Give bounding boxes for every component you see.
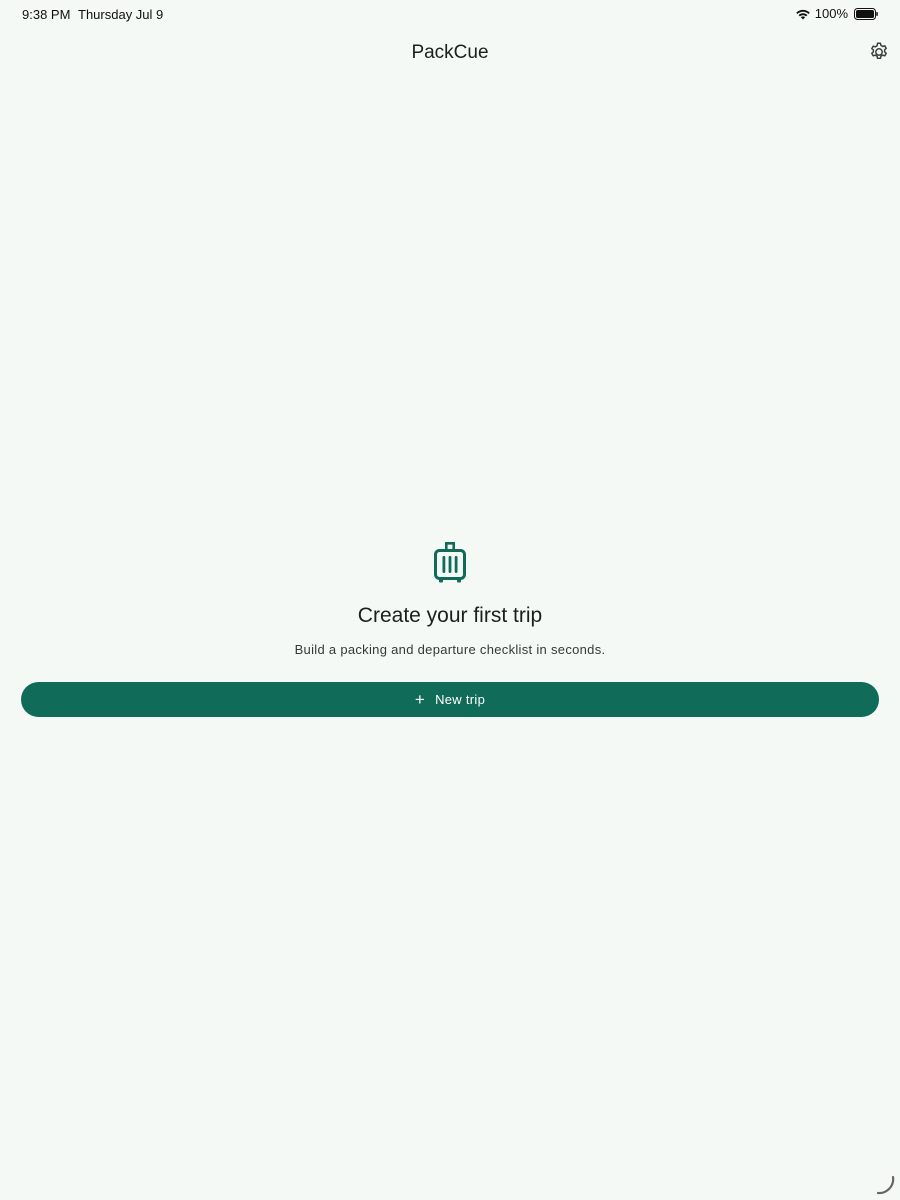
empty-state-title: Create your first trip [357,604,543,627]
new-trip-label: New trip [435,692,486,707]
status-bar: 9:38 PM Thursday Jul 9 100% [0,0,900,28]
empty-state-subtitle: Build a packing and departure checklist … [294,642,606,657]
gear-icon [868,42,890,67]
app-bar: PackCue [0,30,900,76]
plus-icon: + [414,690,426,709]
status-indicators: 100% [795,6,878,21]
new-trip-button[interactable]: + New trip [21,682,879,717]
battery-icon [854,7,878,20]
wifi-icon [795,8,811,20]
suitcase-icon [433,540,467,584]
app-title: PackCue [411,42,489,63]
scroll-indicator [874,1174,896,1196]
settings-button[interactable] [868,41,890,63]
empty-state: Create your first trip Build a packing a… [0,540,900,657]
status-date: Thursday Jul 9 [78,7,164,22]
app-screen: 9:38 PM Thursday Jul 9 100% PackCue Crea… [0,0,900,1200]
status-time: 9:38 PM [22,7,71,22]
battery-percent: 100% [814,6,848,21]
